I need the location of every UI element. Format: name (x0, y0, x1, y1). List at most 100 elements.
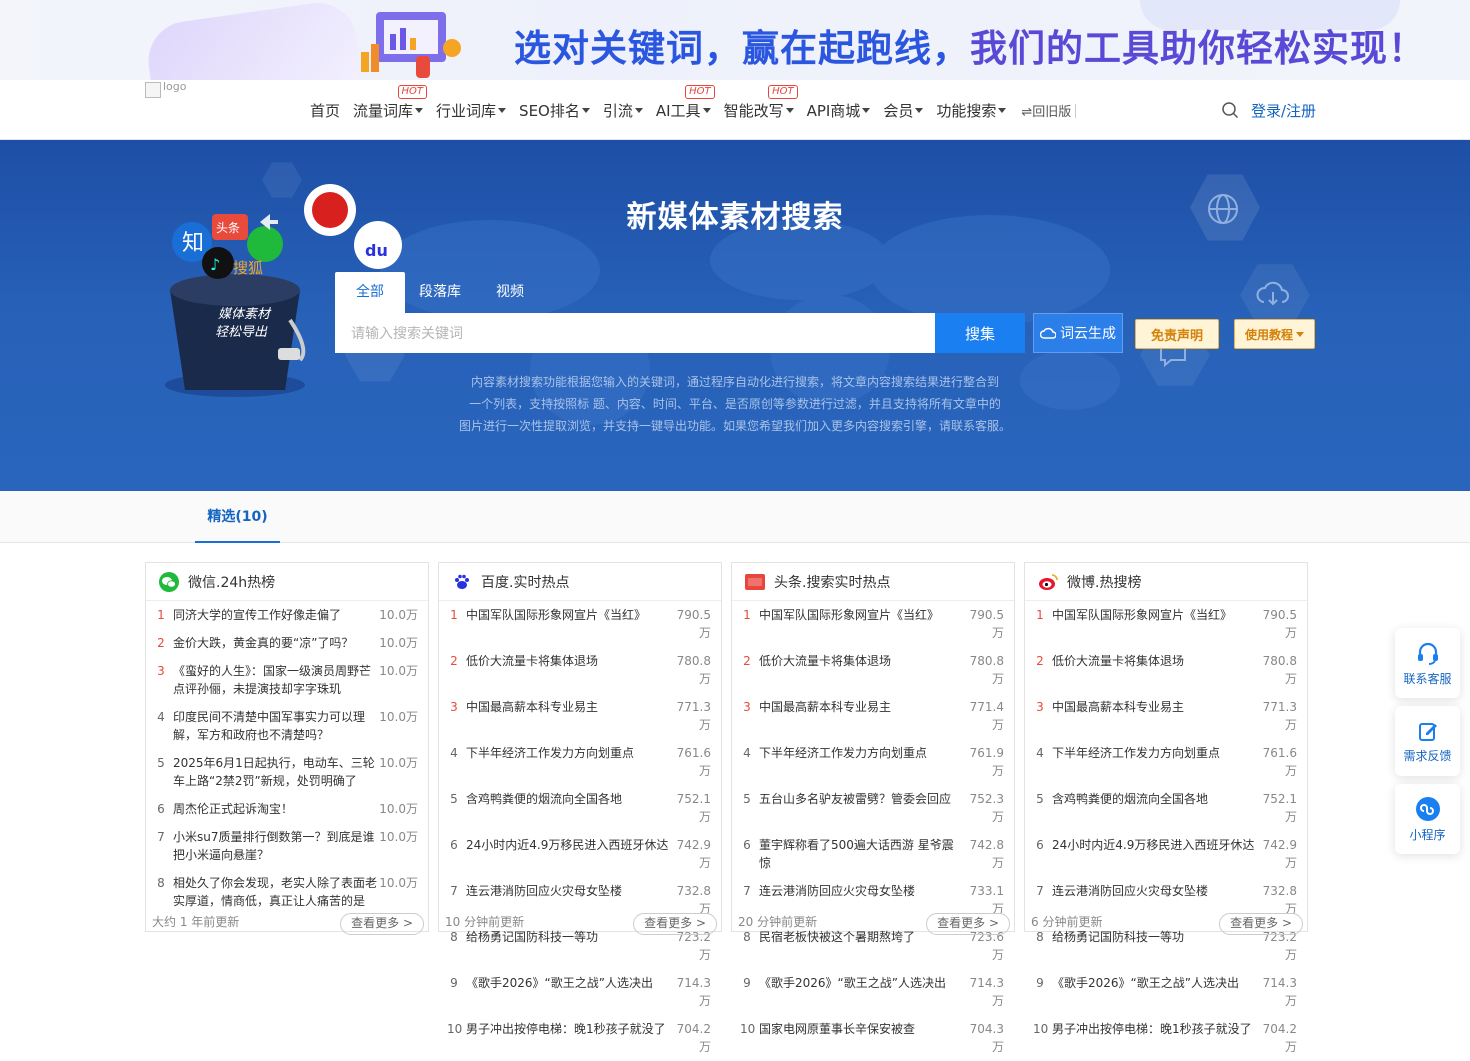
list-item[interactable]: 1 中国军队国际形象网宣片《当红》 790.5万 (447, 601, 711, 647)
nav-item[interactable]: 行业词库 (436, 100, 507, 121)
rank-number: 1 (743, 608, 751, 622)
card-title: 百度.实时热点 (481, 574, 570, 591)
item-title: 含鸡鸭粪便的烟流向全国各地 (1052, 792, 1209, 806)
list-item[interactable]: 9 《歌手2026》“歌王之战”人选决出 714.3万 (740, 969, 1004, 1015)
old-version-link[interactable]: ⇌回旧版 (1021, 101, 1071, 120)
nav-item[interactable]: API商城 (807, 100, 871, 121)
card-header: 微博.热搜榜 (1025, 563, 1307, 601)
nav-menu: 首页 流量词库 HOT 行业词库 SEO排名 引流 AI工具 HOT 智能改写 HOT API商城 会… (310, 85, 1077, 121)
nav-item[interactable]: 会员 (883, 100, 924, 121)
card-footer: 大约 1 年前更新 查看更多 > (146, 913, 430, 935)
nav-item[interactable]: SEO排名 (519, 100, 590, 121)
item-heat-value: 714.3万 (969, 976, 1004, 1008)
list-item[interactable]: 5 2025年6月1日起执行，电动车、三轮车上路“2禁2罚”新规，处罚明确了 10.… (154, 749, 418, 795)
description-line: 一个列表，支持按照标 题、内容、时间、平台、是否原创等参数进行过滤，并且支持将所… (469, 397, 1001, 411)
list-item[interactable]: 8 相处久了你会发现，老实人除了表面老实厚道，情商低，真正让人痛苦的是 10.0万 (154, 869, 418, 915)
view-more-button[interactable]: 查看更多 > (926, 913, 1010, 935)
nav-item-label: 行业词库 (436, 102, 497, 120)
search-icon[interactable] (1221, 101, 1239, 119)
list-item[interactable]: 4 下半年经济工作发力方向划重点 761.6万 (1033, 739, 1297, 785)
item-heat-value: 742.8万 (969, 838, 1004, 870)
nav-item[interactable]: 引流 (603, 100, 643, 121)
item-title: 国家电网原董事长辛保安被查 (759, 1022, 916, 1036)
nav-item-label: 会员 (883, 102, 914, 120)
item-heat-value: 714.3万 (1262, 976, 1297, 1008)
search-button[interactable]: 搜集 (935, 313, 1025, 353)
nav-item[interactable]: 功能搜索 (936, 100, 1007, 121)
list-item[interactable]: 10 国家电网原董事长辛保安被查 704.3万 (740, 1015, 1004, 1061)
view-more-button[interactable]: 查看更多 > (1219, 913, 1303, 935)
word-cloud-button[interactable]: 词云生成 (1033, 313, 1123, 353)
chevron-down-icon (998, 108, 1007, 113)
card-footer: 10 分钟前更新 查看更多 > (439, 913, 723, 935)
feature-description: 内容素材搜索功能根据您输入的关键词，通过程序自动化进行搜索，将文章内容搜索结果进… (455, 371, 1015, 437)
list-item[interactable]: 2 低价大流量卡将集体退场 780.8万 (740, 647, 1004, 693)
list-item[interactable]: 6 董宇辉称看了500遍大话西游 星爷震惊 742.8万 (740, 831, 1004, 877)
list-item[interactable]: 1 中国军队国际形象网宣片《当红》 790.5万 (1033, 601, 1297, 647)
list-item[interactable]: 2 低价大流量卡将集体退场 780.8万 (1033, 647, 1297, 693)
view-more-button[interactable]: 查看更多 > (340, 913, 424, 935)
list-item[interactable]: 3 中国最高薪本科专业易主 771.3万 (1033, 693, 1297, 739)
svg-text:头条: 头条 (216, 221, 240, 235)
banner-illustration (361, 12, 461, 78)
tab-paragraph[interactable]: 段落库 (405, 272, 475, 313)
list-item[interactable]: 9 《歌手2026》“歌王之战”人选决出 714.3万 (447, 969, 711, 1015)
login-register-link[interactable]: 登录/注册 (1251, 100, 1316, 121)
item-heat-value: 10.0万 (379, 636, 418, 650)
search-type-tabs: 全部 段落库 视频 (335, 272, 545, 313)
list-item[interactable]: 2 金价大跌，黄金真的要“凉”了吗？ 10.0万 (154, 629, 418, 657)
list-item[interactable]: 5 含鸡鸭粪便的烟流向全国各地 752.1万 (1033, 785, 1297, 831)
list-item[interactable]: 3 中国最高薪本科专业易主 771.4万 (740, 693, 1004, 739)
chevron-down-icon (415, 108, 424, 113)
top-banner[interactable]: 选对关键词，赢在起跑线，我们的工具助你轻松实现！ (0, 0, 1470, 80)
item-heat-value: 752.3万 (969, 792, 1004, 824)
nav-item[interactable]: AI工具 HOT (656, 85, 715, 121)
tutorial-dropdown[interactable]: 使用教程 (1234, 319, 1315, 349)
list-item[interactable]: 3 中国最高薪本科专业易主 771.3万 (447, 693, 711, 739)
list-item[interactable]: 10 男子冲出按停电梯：晚1秒孩子就没了 704.2万 (1033, 1015, 1297, 1061)
list-item[interactable]: 4 下半年经济工作发力方向划重点 761.9万 (740, 739, 1004, 785)
list-item[interactable]: 1 同济大学的宣传工作好像走偏了 10.0万 (154, 601, 418, 629)
item-title: 《歌手2026》“歌王之战”人选决出 (1052, 976, 1239, 990)
list-item[interactable]: 5 五台山多名驴友被雷劈？管委会回应 752.3万 (740, 785, 1004, 831)
list-item[interactable]: 7 小米su7质量排行倒数第一？到底是谁把小米逼向悬崖？ 10.0万 (154, 823, 418, 869)
update-time: 大约 1 年前更新 (152, 915, 240, 929)
card-footer: 20 分钟前更新 查看更多 > (732, 913, 1016, 935)
rank-number: 6 (157, 802, 165, 816)
list-item[interactable]: 1 中国军队国际形象网宣片《当红》 790.5万 (740, 601, 1004, 647)
tab-featured[interactable]: 精选(10) (195, 491, 280, 543)
item-heat-value: 10.0万 (379, 876, 418, 890)
list-item[interactable]: 6 24小时内近4.9万移民进入西班牙休达 742.9万 (447, 831, 711, 877)
item-title: 董宇辉称看了500遍大话西游 星爷震惊 (759, 838, 954, 870)
list-item[interactable]: 10 男子冲出按停电梯：晚1秒孩子就没了 704.2万 (447, 1015, 711, 1061)
nav-item[interactable]: 首页 (310, 100, 340, 121)
list-item[interactable]: 4 下半年经济工作发力方向划重点 761.6万 (447, 739, 711, 785)
site-logo[interactable]: logo (145, 80, 195, 98)
list-item[interactable]: 4 印度民间不清楚中国军事实力可以理解，军方和政府也不清楚吗？ 10.0万 (154, 703, 418, 749)
nav-item[interactable]: 智能改写 HOT (724, 85, 798, 121)
list-item[interactable]: 2 低价大流量卡将集体退场 780.8万 (447, 647, 711, 693)
rank-number: 1 (450, 608, 458, 622)
tab-all[interactable]: 全部 (335, 272, 405, 313)
item-title: 下半年经济工作发力方向划重点 (466, 746, 635, 760)
list-item[interactable]: 6 24小时内近4.9万移民进入西班牙休达 742.9万 (1033, 831, 1297, 877)
view-more-button[interactable]: 查看更多 > (633, 913, 717, 935)
update-time: 20 分钟前更新 (738, 915, 818, 929)
contact-support-button[interactable]: 联系客服 (1395, 628, 1460, 698)
nav-item-label: 流量词库 (353, 102, 414, 120)
disclaimer-button[interactable]: 免责声明 (1135, 319, 1219, 349)
tab-video[interactable]: 视频 (475, 272, 545, 313)
item-title: 中国最高薪本科专业易主 (1052, 700, 1185, 714)
main-navbar: logo 首页 流量词库 HOT 行业词库 SEO排名 引流 AI工具 HOT 智能改写 HOT A… (0, 80, 1470, 140)
search-input[interactable] (335, 313, 935, 353)
list-item[interactable]: 6 周杰伦正式起诉淘宝！ 10.0万 (154, 795, 418, 823)
list-item[interactable]: 3 《蛮好的人生》：国家一级演员周野芒点评孙俪，未提演技却字字珠玑 10.0万 (154, 657, 418, 703)
feedback-button[interactable]: 需求反馈 (1395, 706, 1460, 776)
item-heat-value: 790.5万 (1262, 608, 1297, 640)
list-item[interactable]: 9 《歌手2026》“歌王之战”人选决出 714.3万 (1033, 969, 1297, 1015)
list-item[interactable]: 5 含鸡鸭粪便的烟流向全国各地 752.1万 (447, 785, 711, 831)
nav-item[interactable]: 流量词库 HOT (353, 85, 428, 121)
bucket-text-1: 媒体素材 (218, 307, 272, 322)
item-title: 2025年6月1日起执行，电动车、三轮车上路“2禁2罚”新规，处罚明确了 (173, 756, 375, 788)
mini-program-button[interactable]: 小程序 (1395, 784, 1460, 854)
